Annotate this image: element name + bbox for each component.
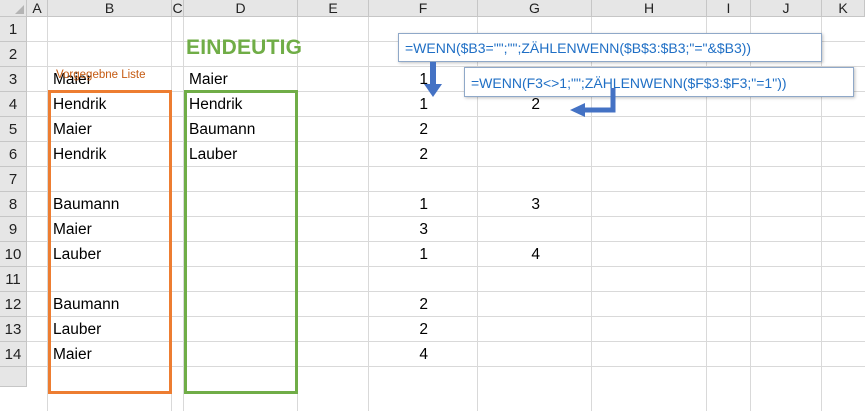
down-arrow-icon: [424, 62, 442, 97]
left-arrow-icon: [570, 88, 616, 117]
callout-arrows: [424, 62, 616, 117]
